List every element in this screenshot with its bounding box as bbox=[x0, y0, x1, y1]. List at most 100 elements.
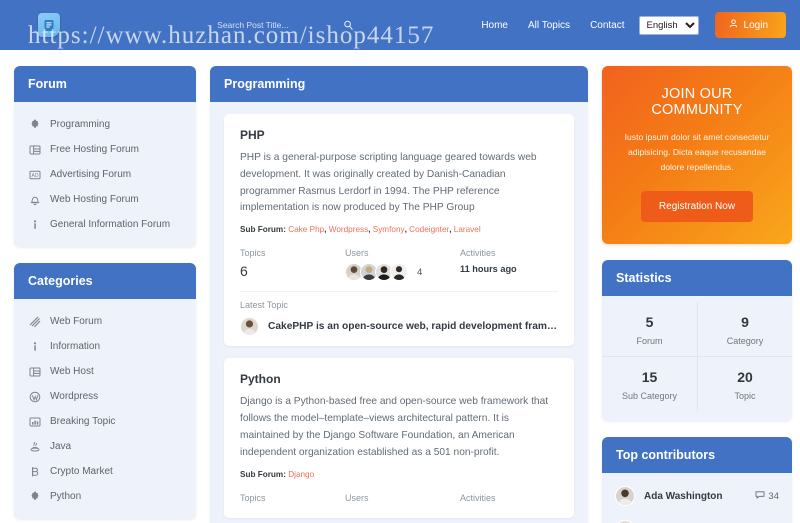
topics-stat: Topics bbox=[240, 493, 345, 508]
sidebar-item-label: Web Forum bbox=[50, 316, 103, 327]
users-count: 4 bbox=[417, 266, 423, 278]
statistics-grid: 5 Forum 9 Category 15 Sub Category 20 To… bbox=[602, 296, 792, 421]
forum-card-php[interactable]: PHP PHP is a general-purpose scripting l… bbox=[224, 114, 574, 347]
table-icon bbox=[28, 365, 41, 378]
sidebar-item-web-hosting-forum[interactable]: Web Hosting Forum bbox=[14, 187, 196, 212]
community-title: JOIN OUR COMMUNITY bbox=[651, 86, 743, 118]
forum-panel-title: Forum bbox=[14, 66, 196, 102]
sub-forum-label: Sub Forum: bbox=[240, 225, 286, 235]
stat-label: Forum bbox=[636, 336, 663, 347]
topics-label: Topics bbox=[240, 248, 266, 259]
sidebar-item-free-hosting-forum[interactable]: Free Hosting Forum bbox=[14, 137, 196, 162]
user-avatar-group: 4 bbox=[345, 263, 460, 282]
latest-topic-row[interactable]: CakePHP is an open-source web, rapid dev… bbox=[240, 317, 558, 337]
search-icon[interactable] bbox=[343, 20, 354, 31]
stat-sub-category: 15 Sub Category bbox=[602, 356, 697, 411]
bell-icon bbox=[28, 193, 41, 206]
comment-icon bbox=[755, 490, 765, 503]
stat-value: 9 bbox=[741, 314, 749, 331]
topics-stat: Topics 6 bbox=[240, 248, 345, 281]
search-area bbox=[90, 20, 481, 31]
site-logo-icon[interactable] bbox=[38, 13, 60, 37]
forum-card-python[interactable]: Python Django is a Python-based free and… bbox=[224, 358, 574, 518]
registration-button[interactable]: Registration Now bbox=[640, 191, 754, 223]
contributor-count-value: 34 bbox=[768, 490, 779, 502]
java-icon bbox=[28, 440, 41, 453]
stat-value: 20 bbox=[737, 369, 753, 386]
layers-icon bbox=[28, 315, 41, 328]
users-stat: Users bbox=[345, 248, 460, 282]
categories-panel-title: Categories bbox=[14, 263, 196, 299]
table-icon bbox=[28, 143, 41, 156]
sidebar-item-programming[interactable]: Programming bbox=[14, 112, 196, 137]
sub-forum-list: Sub Forum: Cake Php, Wordpress, Symfony,… bbox=[240, 225, 481, 235]
sidebar-item-label: Crypto Market bbox=[50, 466, 113, 477]
users-label: Users bbox=[345, 492, 369, 503]
nav-item-home[interactable]: Home bbox=[481, 20, 508, 31]
latest-topic-section: Latest Topic CakePHP is an open-source w… bbox=[240, 291, 558, 337]
sidebar-item-label: Advertising Forum bbox=[50, 169, 132, 180]
users-label: Users bbox=[345, 248, 369, 259]
left-sidebar: Forum Programming Free Hosting Forum AD … bbox=[14, 66, 196, 523]
chart-icon bbox=[28, 415, 41, 428]
sub-forum-label: Sub Forum: bbox=[240, 469, 286, 479]
sidebar-item-wordpress[interactable]: Wordpress bbox=[14, 384, 196, 409]
puzzle-icon bbox=[28, 490, 41, 503]
sidebar-item-information[interactable]: Information bbox=[14, 334, 196, 359]
avatar bbox=[240, 317, 259, 337]
categories-panel: Categories Web Forum Information Web Hos… bbox=[14, 263, 196, 519]
stat-value: 15 bbox=[641, 369, 658, 386]
forum-stats: Topics 6 Users 4 Activities 11 hours ago bbox=[240, 238, 558, 282]
sub-forum-link[interactable]: Cake Php bbox=[288, 225, 324, 234]
sub-forum-list: Sub Forum: Django bbox=[240, 470, 558, 479]
forum-description: PHP is a general-purpose scripting langu… bbox=[240, 152, 537, 214]
sidebar-item-label: Breaking Topic bbox=[50, 416, 116, 427]
sidebar-item-label: Java bbox=[50, 441, 72, 452]
forum-description: Django is a Python-based free and open-s… bbox=[240, 396, 549, 458]
latest-topic-title[interactable]: CakePHP is an open-source web, rapid dev… bbox=[268, 321, 558, 332]
page-root: Home All Topics Contact English Login ht… bbox=[0, 0, 800, 523]
users-stat: Users bbox=[345, 493, 460, 508]
stat-label: Topic bbox=[734, 391, 756, 402]
categories-panel-body: Web Forum Information Web Host Wordpress… bbox=[14, 299, 196, 519]
sidebar-item-advertising-forum[interactable]: AD Advertising Forum bbox=[14, 162, 196, 187]
forum-name: PHP bbox=[240, 128, 265, 142]
forum-panel: Forum Programming Free Hosting Forum AD … bbox=[14, 66, 196, 247]
sidebar-item-crypto-market[interactable]: Crypto Market bbox=[14, 459, 196, 484]
sidebar-item-python[interactable]: Python bbox=[14, 484, 196, 509]
info-icon bbox=[28, 340, 41, 353]
language-select[interactable]: English bbox=[638, 15, 699, 35]
top-contributors-panel: Top contributors Ada Washington 34 bbox=[602, 437, 792, 523]
sidebar-item-label: Information bbox=[50, 341, 101, 352]
nav-item-contact[interactable]: Contact bbox=[590, 20, 624, 31]
nav-item-all-topics[interactable]: All Topics bbox=[528, 20, 570, 31]
search-input[interactable] bbox=[217, 20, 338, 30]
page-title: Programming bbox=[210, 66, 588, 102]
sub-forum-link[interactable]: Codeignter bbox=[409, 225, 449, 234]
topics-label: Topics bbox=[240, 492, 266, 503]
puzzle-icon bbox=[28, 118, 41, 131]
sub-forum-link[interactable]: Wordpress bbox=[329, 225, 368, 234]
list-item[interactable]: Ada Washington 34 bbox=[602, 479, 792, 513]
forum-name: Python bbox=[240, 372, 281, 387]
info-icon bbox=[28, 218, 41, 231]
activities-stat: Activities bbox=[460, 493, 558, 508]
ad-icon: AD bbox=[28, 168, 41, 181]
sidebar-item-label: Python bbox=[50, 491, 82, 502]
list-item[interactable]: Adam Dev 10 bbox=[602, 513, 792, 523]
stat-label: Sub Category bbox=[621, 391, 678, 402]
stat-label: Category bbox=[726, 336, 764, 347]
sub-forum-link[interactable]: Django bbox=[288, 470, 314, 479]
avatar bbox=[390, 263, 408, 282]
page-content: Forum Programming Free Hosting Forum AD … bbox=[0, 50, 800, 523]
sidebar-item-web-forum[interactable]: Web Forum bbox=[14, 309, 196, 334]
svg-text:AD: AD bbox=[31, 173, 38, 179]
sub-forum-link[interactable]: Laravel bbox=[454, 225, 481, 234]
sidebar-item-general-information-forum[interactable]: General Information Forum bbox=[14, 212, 196, 237]
sidebar-item-java[interactable]: Java bbox=[14, 434, 196, 459]
sub-forum-link[interactable]: Symfony bbox=[373, 225, 405, 234]
sidebar-item-breaking-topic[interactable]: Breaking Topic bbox=[14, 409, 196, 434]
sidebar-item-web-host[interactable]: Web Host bbox=[14, 359, 196, 384]
login-button[interactable]: Login bbox=[714, 12, 786, 38]
statistics-title: Statistics bbox=[602, 260, 792, 297]
